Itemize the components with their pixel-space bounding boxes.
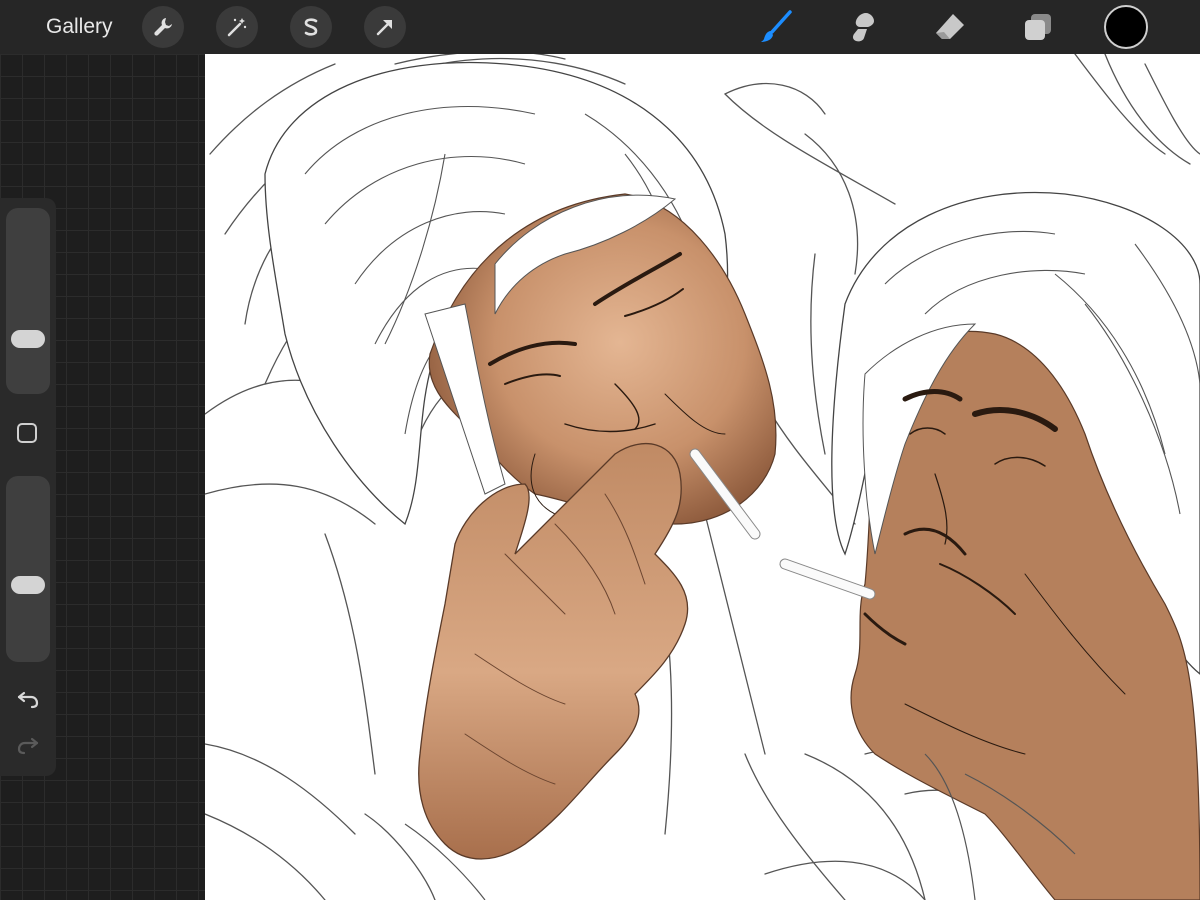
brush-size-slider[interactable] xyxy=(6,208,50,394)
adjustments-button[interactable] xyxy=(216,6,258,48)
brush-icon xyxy=(761,10,792,42)
undo-icon xyxy=(17,691,39,709)
top-toolbar: Gallery xyxy=(0,0,1200,54)
opacity-thumb[interactable] xyxy=(11,575,45,594)
layers-tool[interactable] xyxy=(1018,7,1058,47)
magic-wand-icon xyxy=(227,18,247,37)
smudge-tool[interactable] xyxy=(843,7,883,47)
layers-icon xyxy=(1025,14,1051,40)
selection-s-icon xyxy=(304,18,318,36)
brush-size-thumb[interactable] xyxy=(11,329,45,348)
undo-button[interactable] xyxy=(14,686,42,714)
transform-button[interactable] xyxy=(364,6,406,48)
redo-button[interactable] xyxy=(14,732,42,760)
smudge-icon xyxy=(852,13,874,42)
eraser-tool[interactable] xyxy=(930,7,970,47)
color-picker-button[interactable] xyxy=(1104,5,1148,49)
redo-icon xyxy=(17,737,39,755)
left-sidebar xyxy=(0,198,56,776)
actions-button[interactable] xyxy=(142,6,184,48)
transform-arrow-icon xyxy=(376,20,392,36)
selection-button[interactable] xyxy=(290,6,332,48)
modify-square-icon[interactable] xyxy=(17,423,37,443)
drawing-canvas[interactable] xyxy=(205,54,1200,900)
eraser-icon xyxy=(936,14,964,39)
brush-tool[interactable] xyxy=(756,7,796,47)
artwork xyxy=(205,54,1200,900)
opacity-slider[interactable] xyxy=(6,476,50,662)
procreate-app: Gallery xyxy=(0,0,1200,900)
wrench-icon xyxy=(154,18,172,36)
gallery-button[interactable]: Gallery xyxy=(40,12,119,42)
